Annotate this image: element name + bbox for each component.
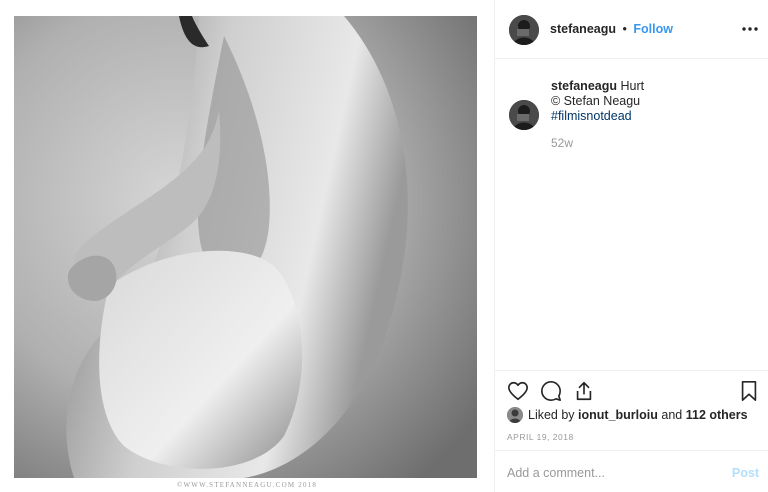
share-icon[interactable] — [573, 380, 595, 402]
likes-prefix: Liked by — [528, 408, 575, 422]
post-photo[interactable] — [14, 16, 477, 478]
caption-username[interactable]: stefaneagu — [551, 79, 617, 93]
follow-button[interactable]: Follow — [633, 22, 673, 36]
avatar-image — [509, 100, 539, 130]
post-date[interactable]: APRIL 19, 2018 — [507, 432, 574, 442]
photo-watermark: ©WWW.STEFANNEAGU.COM 2018 — [176, 481, 318, 489]
photo-illustration — [14, 16, 477, 478]
bookmark-icon[interactable] — [738, 380, 760, 402]
comment-bubble-icon[interactable] — [540, 380, 562, 402]
post-actions: Liked by ionut_burloiu and 112 others AP… — [495, 370, 768, 450]
post-header: stefaneagu • Follow — [495, 0, 768, 59]
liker-avatar-image — [507, 407, 523, 423]
caption-hashtag[interactable]: #filmisnotdead — [551, 109, 761, 124]
caption-age: 52w — [551, 136, 574, 150]
caption-block: stefaneagu Hurt © Stefan Neagu #filmisno… — [495, 60, 768, 370]
post-comment-button[interactable]: Post — [732, 466, 759, 480]
likes-connector: and — [661, 408, 683, 422]
user-avatar[interactable] — [509, 15, 539, 45]
photo-panel: ©WWW.STEFANNEAGU.COM 2018 — [0, 0, 494, 492]
liker-username[interactable]: ionut_burloiu — [578, 408, 658, 422]
caption-text: stefaneagu Hurt © Stefan Neagu #filmisno… — [551, 79, 761, 124]
post-side-panel: stefaneagu • Follow stefaneagu Hurt © St… — [494, 0, 768, 492]
caption-avatar[interactable] — [509, 100, 539, 130]
header-user-line: stefaneagu • Follow — [550, 22, 673, 36]
header-separator: • — [622, 22, 627, 36]
likes-others-link[interactable]: 112 others — [686, 408, 748, 422]
liker-avatar[interactable] — [507, 407, 523, 423]
more-options-icon[interactable] — [741, 20, 759, 38]
caption-title: Hurt — [620, 79, 645, 93]
heart-icon[interactable] — [507, 380, 529, 402]
comment-input[interactable] — [507, 464, 717, 482]
comment-area: Post — [495, 450, 768, 492]
caption-copyright: © Stefan Neagu — [551, 94, 641, 108]
avatar-image — [509, 15, 539, 45]
likes-text: Liked by ionut_burloiu and 112 others — [528, 408, 748, 422]
header-username[interactable]: stefaneagu — [550, 22, 616, 36]
caption-first-line: stefaneagu Hurt — [551, 79, 761, 94]
